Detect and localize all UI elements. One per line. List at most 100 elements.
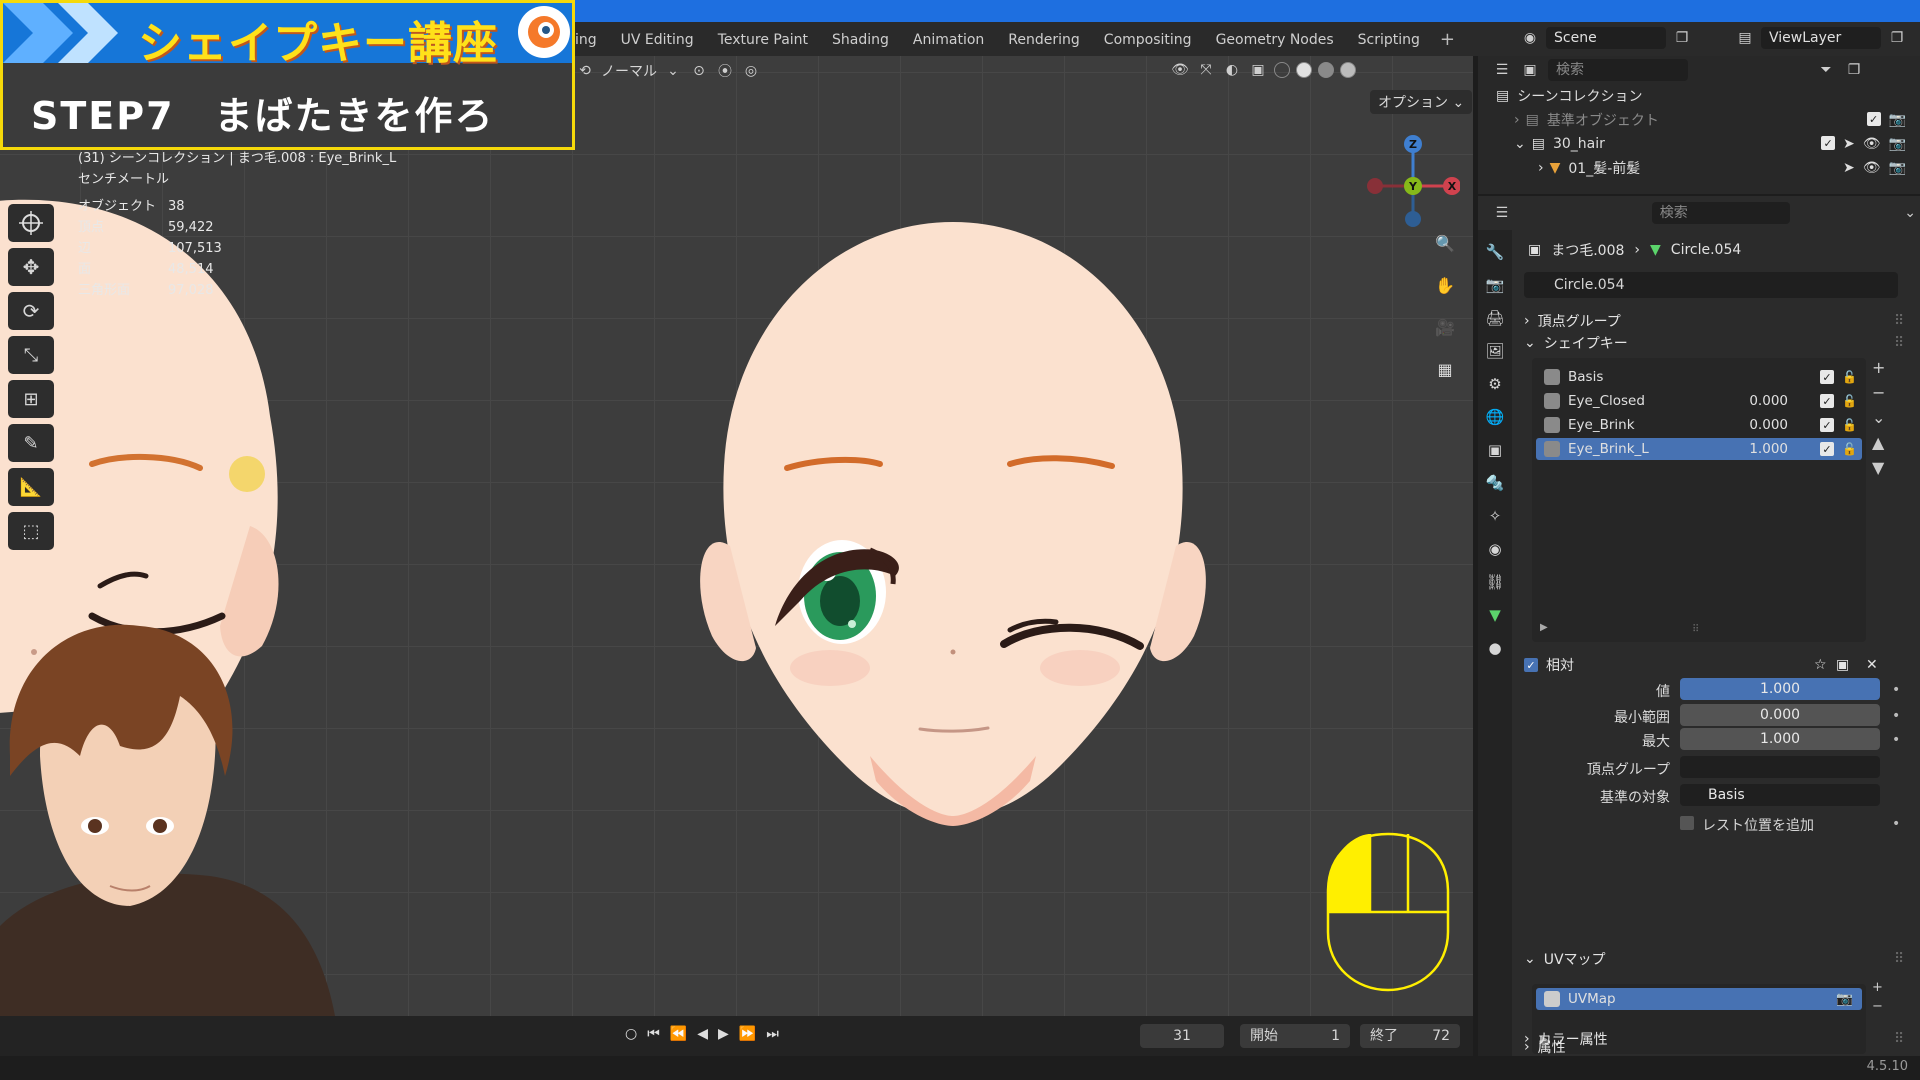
mute-checkbox[interactable]: ✓: [1820, 442, 1834, 456]
mesh-name-field[interactable]: Circle.054: [1524, 272, 1898, 298]
scene-selector[interactable]: ◉ Scene ❐: [1520, 26, 1720, 50]
world-tab-icon[interactable]: 🌐: [1483, 405, 1507, 429]
play-reverse-icon[interactable]: ◀: [697, 1026, 708, 1042]
camera-icon[interactable]: 📷: [1836, 991, 1853, 1007]
snap-icon[interactable]: ⦿: [715, 61, 735, 81]
keyframe-dot-icon[interactable]: •: [1892, 682, 1900, 698]
shape-key-row[interactable]: Basis ✓ 🔓: [1536, 366, 1862, 388]
outliner-row[interactable]: › ▤ 基準オブジェクト ✓ 📷: [1478, 108, 1920, 132]
keyframe-dot-icon[interactable]: •: [1892, 816, 1900, 832]
camera-icon[interactable]: 📷: [1889, 112, 1906, 128]
collapse-icon[interactable]: ⌄: [1514, 136, 1526, 152]
select-icon[interactable]: ➤: [1843, 160, 1855, 176]
tab-shading[interactable]: Shading: [820, 27, 901, 53]
viewlayer-name[interactable]: ViewLayer: [1761, 27, 1881, 49]
annotate-tool[interactable]: ✎: [8, 424, 54, 462]
move-tool[interactable]: ✥: [8, 248, 54, 286]
orientation-dropdown[interactable]: ノーマル: [601, 61, 657, 81]
add-workspace-button[interactable]: +: [1432, 27, 1463, 53]
expand-icon[interactable]: ›: [1514, 112, 1520, 128]
tab-rendering[interactable]: Rendering: [996, 27, 1092, 53]
drag-handle-icon[interactable]: ⠿: [1894, 951, 1904, 967]
cursor-tool[interactable]: [8, 204, 54, 242]
shape-key-row-selected[interactable]: Eye_Brink_L 1.000 ✓ 🔓: [1536, 438, 1862, 460]
editor-type-icon[interactable]: ☰: [1492, 203, 1512, 223]
shape-key-row[interactable]: Eye_Closed 0.000 ✓ 🔓: [1536, 390, 1862, 412]
visibility-icon[interactable]: 👁: [1170, 60, 1190, 80]
play-icon[interactable]: ▶: [718, 1026, 729, 1042]
tool-tab-icon[interactable]: 🔧: [1483, 240, 1507, 264]
prev-keyframe-icon[interactable]: ⏪: [670, 1026, 687, 1042]
view-layer-tab-icon[interactable]: 🖼: [1483, 339, 1507, 363]
options-button[interactable]: オプション ⌄: [1370, 90, 1473, 114]
value-slider[interactable]: 1.000: [1680, 678, 1880, 700]
eye-icon[interactable]: 👁: [1863, 160, 1881, 176]
3d-viewport[interactable]: ⟲ ノーマル ⌄ ⊙ ⦿ ◎ 👁 ⤧ ◐ ▣ オプション ⌄ (31) シーンコ…: [0, 56, 1473, 1016]
include-checkbox[interactable]: ✓: [1866, 112, 1881, 126]
camera-icon[interactable]: 🎥: [1430, 312, 1460, 342]
chevron-down-icon[interactable]: ⌄: [1900, 203, 1920, 223]
tab-geometry-nodes[interactable]: Geometry Nodes: [1204, 27, 1346, 53]
panel-shape-keys[interactable]: ⌄ シェイプキー ⠿: [1524, 330, 1904, 356]
outliner-row[interactable]: ⌄ ▤ 30_hair ✓ ➤ 👁 📷: [1478, 132, 1920, 156]
rotate-tool[interactable]: ⟳: [8, 292, 54, 330]
gizmo-toggle-icon[interactable]: ⤧: [1196, 60, 1216, 80]
start-frame-field[interactable]: 開始 1: [1240, 1024, 1350, 1048]
pivot-icon[interactable]: ⊙: [689, 61, 709, 81]
close-icon[interactable]: ✕: [1866, 657, 1878, 673]
next-keyframe-icon[interactable]: ⏩: [739, 1026, 756, 1042]
viewlayer-selector[interactable]: ▤ ViewLayer ❐: [1735, 26, 1920, 50]
material-shading-button[interactable]: [1318, 62, 1334, 78]
mute-checkbox[interactable]: ✓: [1820, 394, 1834, 408]
tab-animation[interactable]: Animation: [901, 27, 996, 53]
list-expand-icon[interactable]: ▶: [1540, 622, 1548, 633]
data-tab-icon[interactable]: ▼: [1483, 603, 1507, 627]
shape-key-menu-icon[interactable]: ⌄: [1872, 408, 1885, 427]
mute-checkbox[interactable]: ✓: [1820, 418, 1834, 432]
end-frame-field[interactable]: 終了 72: [1360, 1024, 1460, 1048]
material-tab-icon[interactable]: ●: [1483, 636, 1507, 660]
scene-name[interactable]: Scene: [1546, 27, 1666, 49]
physics-tab-icon[interactable]: ◉: [1483, 537, 1507, 561]
output-tab-icon[interactable]: 🖨: [1483, 306, 1507, 330]
record-icon[interactable]: ○: [625, 1026, 637, 1042]
tab-scripting[interactable]: Scripting: [1346, 27, 1432, 53]
pan-hand-icon[interactable]: ✋: [1430, 270, 1460, 300]
keyframe-dot-icon[interactable]: •: [1892, 708, 1900, 724]
panel-uv-maps[interactable]: ⌄ UVマップ ⠿: [1524, 946, 1904, 972]
relative-toggle[interactable]: ✓ 相対 ☆ ▣ ✕: [1524, 652, 1878, 678]
clear-icon[interactable]: ▣: [1836, 657, 1849, 673]
properties-search-input[interactable]: 検索: [1651, 202, 1791, 224]
copy-viewlayer-icon[interactable]: ❐: [1887, 28, 1907, 48]
object-tab-icon[interactable]: ▣: [1483, 438, 1507, 462]
eye-icon[interactable]: 👁: [1863, 136, 1881, 152]
drag-handle-icon[interactable]: ⠿: [1894, 313, 1904, 329]
new-collection-icon[interactable]: ❐: [1844, 60, 1864, 80]
current-frame-field[interactable]: 31: [1140, 1024, 1224, 1048]
outliner-search-input[interactable]: 検索: [1548, 59, 1688, 81]
lock-icon[interactable]: 🔓: [1842, 418, 1857, 432]
tab-layout[interactable]: ing: [575, 27, 609, 53]
drag-handle-icon[interactable]: ⠿: [1894, 1031, 1904, 1047]
include-checkbox[interactable]: ✓: [1821, 136, 1836, 150]
scene-icon[interactable]: ◉: [1520, 28, 1540, 48]
measure-tool[interactable]: 📐: [8, 468, 54, 506]
modifier-tab-icon[interactable]: 🔩: [1483, 471, 1507, 495]
tab-compositing[interactable]: Compositing: [1092, 27, 1204, 53]
jump-end-icon[interactable]: ⏭: [766, 1026, 779, 1042]
constraints-tab-icon[interactable]: ⛓: [1483, 570, 1507, 594]
render-tab-icon[interactable]: 📷: [1483, 273, 1507, 297]
mute-checkbox[interactable]: ✓: [1820, 370, 1834, 384]
viewlayer-icon[interactable]: ▤: [1735, 28, 1755, 48]
relative-checkbox[interactable]: ✓: [1524, 658, 1538, 672]
camera-icon[interactable]: 📷: [1889, 160, 1906, 176]
tab-uv-editing[interactable]: UV Editing: [609, 27, 706, 53]
outliner-row[interactable]: ▤ シーンコレクション: [1478, 84, 1920, 108]
drag-handle-icon[interactable]: ⠿: [1894, 335, 1904, 351]
expand-icon[interactable]: ›: [1538, 160, 1544, 176]
copy-scene-icon[interactable]: ❐: [1672, 28, 1692, 48]
add-shape-key-button[interactable]: +: [1872, 358, 1885, 377]
move-down-icon[interactable]: ▼: [1872, 458, 1885, 477]
solid-shading-button[interactable]: [1296, 62, 1312, 78]
relative-to-field[interactable]: Basis: [1680, 784, 1880, 806]
